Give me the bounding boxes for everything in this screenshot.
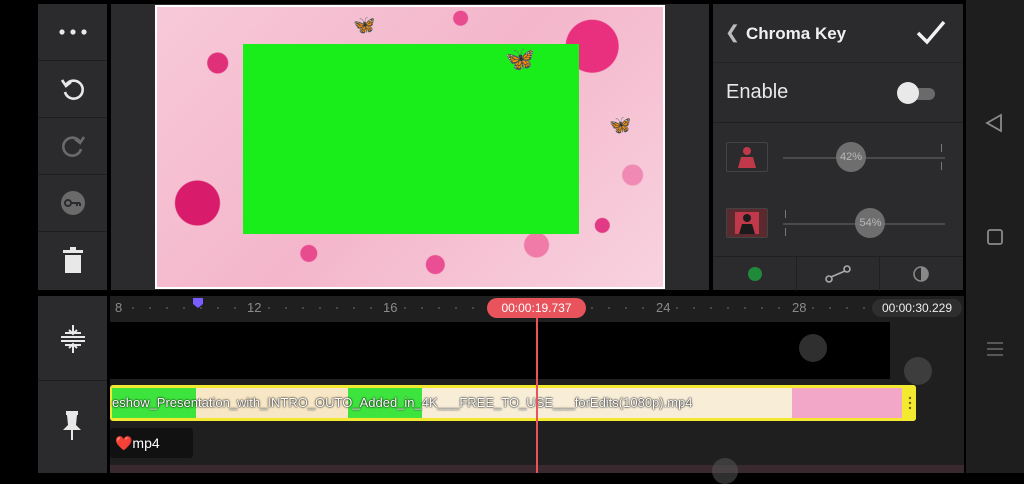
chroma-key-panel: ❮ Chroma Key Enable 42% 54% [713, 4, 963, 291]
more-button[interactable] [38, 4, 107, 61]
redo-button[interactable] [38, 118, 107, 175]
total-duration: 00:00:30.229 [872, 299, 962, 317]
pin-icon [63, 411, 81, 440]
playhead-time: 00:00:19.737 [487, 298, 586, 318]
tab-color[interactable] [713, 257, 797, 291]
split-snap-icon [61, 325, 85, 353]
more-dots-icon [58, 29, 87, 35]
clip-trim-handle[interactable] [904, 385, 916, 421]
drag-ghost [799, 334, 827, 362]
delete-button[interactable] [38, 232, 107, 288]
slider-thumb-2[interactable]: 54% [855, 208, 886, 238]
checkmark-icon[interactable] [915, 18, 947, 46]
keyframe-icon [60, 191, 85, 215]
contrast-icon [913, 266, 929, 282]
curve-icon [824, 265, 851, 283]
butterfly-icon: 🦋 [505, 46, 535, 73]
pin-button[interactable] [61, 410, 83, 445]
panel-bottom-tabs [713, 256, 963, 291]
left-toolbar [38, 4, 107, 290]
preview-frame: 🦋 🦋 🦋 [157, 7, 663, 287]
video-preview[interactable]: 🦋 🦋 🦋 [155, 5, 665, 289]
key-color-swatch[interactable] [726, 142, 768, 172]
home-square-icon[interactable] [987, 229, 1003, 245]
playhead-line[interactable] [536, 318, 538, 473]
chevron-left-icon[interactable]: ❮ [725, 22, 740, 43]
grip-dots-icon [908, 396, 912, 410]
enable-label: Enable [726, 81, 789, 103]
keyframe-button[interactable] [38, 175, 107, 232]
slider-value-1: 42% [840, 151, 863, 163]
ruler-label: 16 [383, 300, 398, 315]
slider-thumb-1[interactable]: 42% [836, 142, 867, 172]
ruler-label: 12 [247, 300, 262, 315]
slider-value-2: 54% [859, 217, 882, 229]
ruler-label: 8 [115, 300, 123, 315]
drag-ghost [712, 458, 738, 484]
color-dot-icon [747, 267, 762, 281]
enable-toggle[interactable] [897, 82, 937, 104]
panel-title: Chroma Key [746, 24, 847, 43]
audio-clip-name: ❤️mp4 [115, 435, 160, 451]
butterfly-icon: 🦋 [353, 15, 376, 35]
split-snap-button[interactable] [60, 324, 86, 359]
timeline-side-tools [38, 296, 107, 473]
video-clip-name: eshow_Presentation_with_INTRO_OUTO_Added… [112, 395, 693, 410]
person-outline-icon [735, 212, 759, 234]
overlay-track[interactable] [110, 322, 890, 379]
redo-icon [61, 136, 85, 157]
panel-header: ❮ Chroma Key [713, 4, 963, 63]
tab-curve[interactable] [796, 257, 880, 291]
back-triangle-icon[interactable] [985, 113, 1003, 133]
video-clip[interactable]: eshow_Presentation_with_INTRO_OUTO_Added… [110, 385, 916, 421]
trash-icon [62, 247, 83, 273]
undo-button[interactable] [38, 61, 107, 118]
toggle-knob [897, 82, 919, 104]
system-nav-bar [966, 0, 1024, 473]
audio-clip[interactable]: ❤️mp4 [110, 428, 193, 458]
person-solid-icon [738, 147, 756, 168]
recents-lines-icon[interactable] [986, 341, 1004, 357]
bookmark-marker-icon[interactable] [193, 298, 203, 308]
drag-ghost [904, 357, 932, 385]
matte-swatch[interactable] [726, 208, 768, 238]
butterfly-icon: 🦋 [609, 115, 632, 135]
tab-contrast[interactable] [879, 257, 963, 291]
undo-icon [60, 79, 84, 100]
